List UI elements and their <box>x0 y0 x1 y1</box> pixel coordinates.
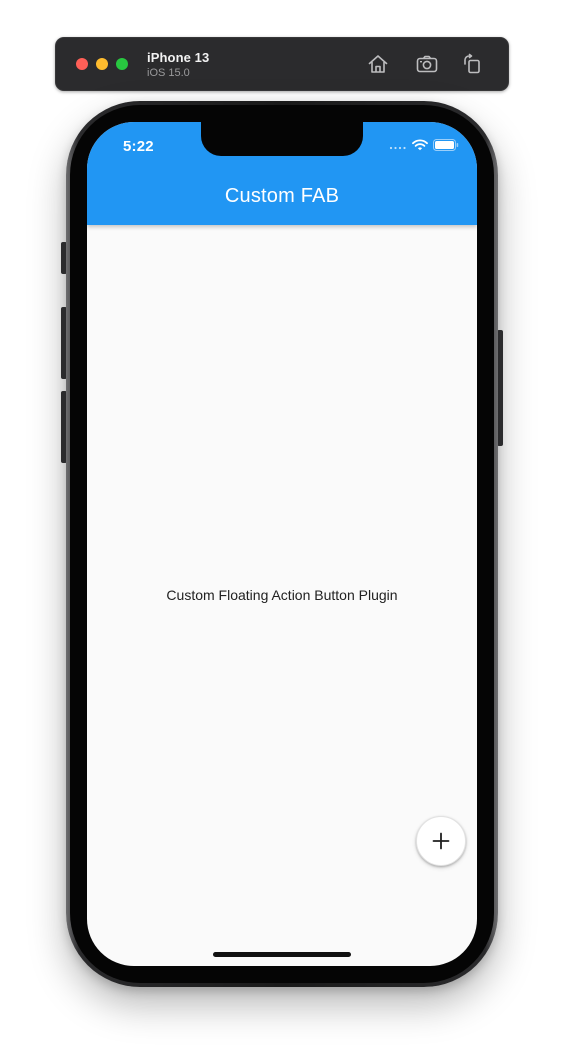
simulator-toolbar: iPhone 13 iOS 15.0 <box>55 37 509 91</box>
battery-icon <box>433 138 459 156</box>
rotate-icon[interactable] <box>460 52 484 76</box>
home-indicator[interactable] <box>213 952 351 957</box>
cellular-dots-icon <box>389 138 407 156</box>
device-os-version: iOS 15.0 <box>147 67 190 79</box>
plus-icon <box>432 832 450 850</box>
status-time: 5:22 <box>123 138 154 155</box>
phone-screen: 5:22 Custom FAB Custom Floating Action B… <box>87 122 477 966</box>
wifi-icon <box>412 138 428 156</box>
notch <box>201 122 363 156</box>
app-bar-title: Custom FAB <box>224 185 340 207</box>
close-window-button[interactable] <box>76 58 88 70</box>
floating-action-button[interactable] <box>416 816 466 866</box>
home-icon[interactable] <box>366 52 390 76</box>
zoom-window-button[interactable] <box>116 58 128 70</box>
simulator-window: iPhone 13 iOS 15.0 5:22 Custom FAB Custo… <box>0 0 564 1062</box>
body-text: Custom Floating Action Button Plugin <box>166 587 398 603</box>
device-name: iPhone 13 <box>147 50 210 65</box>
screenshot-icon[interactable] <box>415 52 439 76</box>
status-icons <box>384 138 459 156</box>
minimize-window-button[interactable] <box>96 58 108 70</box>
